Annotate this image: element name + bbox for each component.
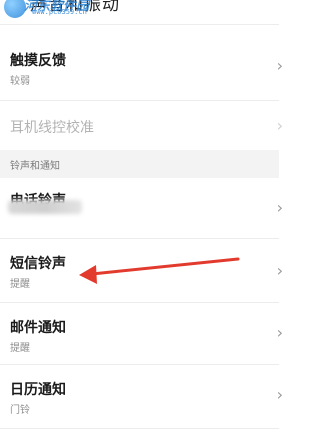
- section-label: 铃声和通知: [10, 161, 60, 172]
- divider: [0, 24, 279, 25]
- chevron-right-icon: ›: [276, 56, 283, 75]
- row-touch-feedback[interactable]: 触摸反馈 较弱 ›: [0, 36, 283, 92]
- divider: [0, 428, 279, 429]
- watermark-logo-icon: [4, 0, 26, 18]
- row-subtitle: 门铃: [10, 405, 30, 416]
- row-title: 耳机线控校准: [10, 120, 94, 136]
- row-title: 日历通知: [10, 382, 66, 398]
- watermark-url: www.pc0359.cn: [32, 8, 87, 16]
- row-calendar-notification[interactable]: 日历通知 门铃 ›: [0, 365, 283, 421]
- chevron-right-icon: ›: [276, 261, 283, 280]
- row-subtitle: 较弱: [10, 76, 30, 87]
- chevron-right-icon: ›: [276, 385, 283, 404]
- row-email-notification[interactable]: 邮件通知 提醒 ›: [0, 303, 283, 357]
- section-header: 铃声和通知: [0, 150, 279, 178]
- row-sms-ringtone[interactable]: 短信铃声 提醒 ›: [0, 239, 283, 297]
- row-subtitle: 提醒: [10, 343, 30, 354]
- top-bar: 声音和振动 河东软件园 www.pc0359.cn: [0, 0, 279, 24]
- watermark: 河东软件园 www.pc0359.cn: [4, 0, 124, 20]
- blurred-subtitle: [8, 200, 82, 214]
- chevron-right-icon: ›: [276, 198, 283, 217]
- row-title: 邮件通知: [10, 320, 66, 336]
- row-headset-calibration[interactable]: 耳机线控校准 ›: [0, 101, 283, 149]
- chevron-right-icon: ›: [276, 323, 283, 342]
- row-title: 短信铃声: [10, 256, 66, 272]
- row-title: 触摸反馈: [10, 53, 66, 69]
- chevron-right-icon: ›: [276, 116, 283, 135]
- row-subtitle: 提醒: [10, 279, 30, 290]
